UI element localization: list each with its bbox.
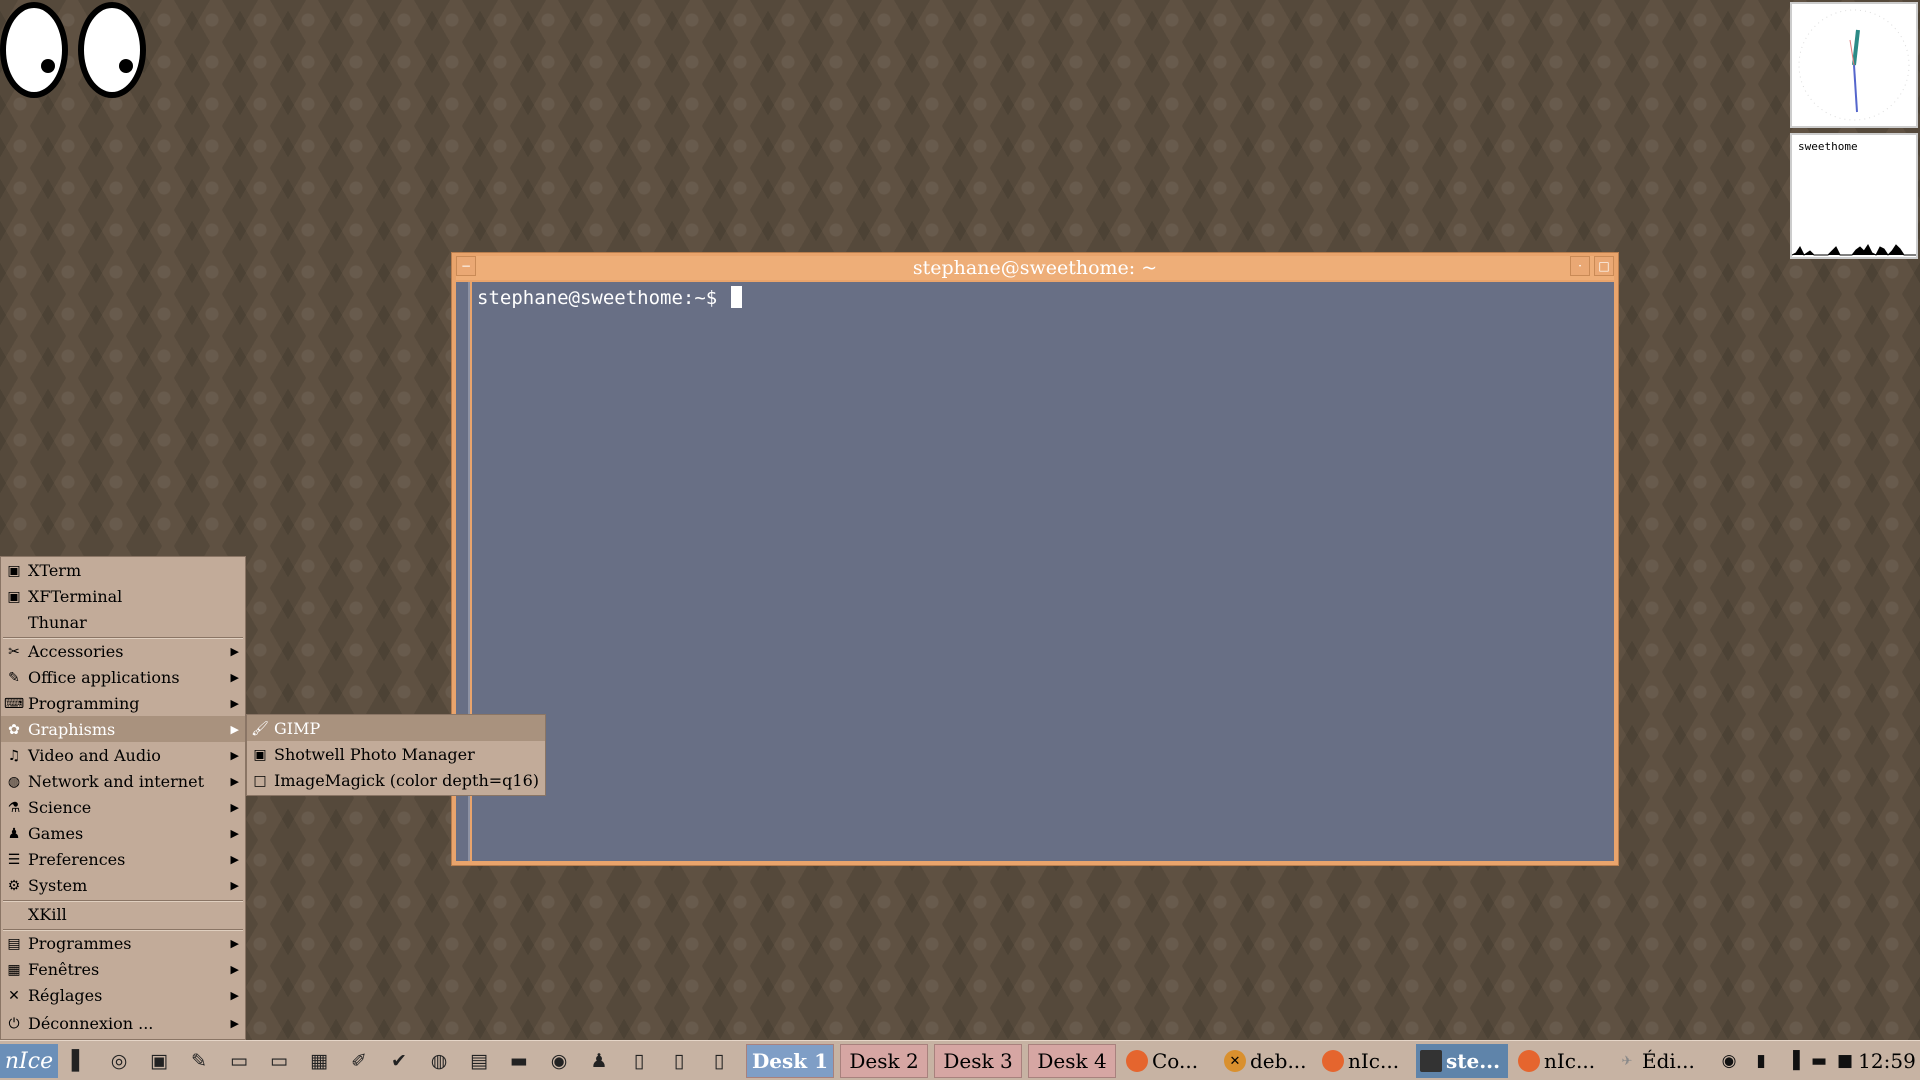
terminal-prompt: stephane@sweethome:~$ — [477, 286, 742, 309]
graphics-icon: ✿ — [8, 721, 20, 738]
editor-icon: ✈ — [1621, 1053, 1633, 1069]
menu-item-accessories[interactable]: ✂ Accessories ▶ — [1, 638, 245, 664]
system-icon: ⚙ — [7, 877, 21, 894]
menu-item-xkill[interactable]: XKill — [1, 901, 245, 927]
minimize-button[interactable]: · — [1570, 256, 1590, 276]
window-title: stephane@sweethome: ~ — [912, 257, 1158, 279]
submenu-item-shotwell[interactable]: ▣ Shotwell Photo Manager — [247, 741, 545, 767]
submenu-item-gimp[interactable]: 🖌 GIMP — [247, 715, 545, 741]
imagemagick-icon: □ — [253, 772, 267, 789]
text-cursor — [730, 286, 742, 308]
analog-clock — [1790, 2, 1918, 128]
desk-4[interactable]: Desk 4 — [1028, 1044, 1116, 1078]
check-icon[interactable]: ✔ — [382, 1044, 416, 1078]
menu-item-xterm[interactable]: ▣ XTerm — [1, 557, 245, 583]
menu-item-graphisms[interactable]: ✿ Graphisms ▶ — [1, 716, 245, 742]
desk-3[interactable]: Desk 3 — [934, 1044, 1022, 1078]
terminal-icon[interactable]: ▭ — [262, 1044, 296, 1078]
load-monitor: sweethome — [1790, 133, 1918, 259]
glasses-icon[interactable]: ◎ — [102, 1044, 136, 1078]
science-icon: ⚗ — [7, 799, 21, 816]
firefox-icon — [1322, 1050, 1344, 1072]
office-icon: ✎ — [8, 669, 20, 686]
task-debian[interactable]: ✕ deb... — [1220, 1044, 1312, 1078]
window-menu-button[interactable]: − — [456, 256, 476, 276]
terminal-titlebar[interactable]: stephane@sweethome: ~ — [456, 256, 1614, 280]
package-icon: ✕ — [1224, 1050, 1246, 1072]
terminal-icon: ▣ — [7, 588, 21, 605]
task-firefox-2[interactable]: nIc... — [1318, 1044, 1410, 1078]
gimp-icon: 🖌 — [251, 720, 269, 737]
programming-icon: ⌨ — [3, 695, 25, 712]
cde-icon[interactable]: ▌ — [62, 1044, 96, 1078]
clipboard-icon[interactable]: ▮ — [1748, 1044, 1774, 1078]
menu-item-science[interactable]: ⚗ Science ▶ — [1, 794, 245, 820]
menu-item-network[interactable]: ◍ Network and internet ▶ — [1, 768, 245, 794]
memory-monitor-icon: ▬ — [1810, 1051, 1828, 1071]
tools-icon[interactable]: ✎ — [182, 1044, 216, 1078]
writer-icon[interactable]: ▯ — [622, 1044, 656, 1078]
start-button[interactable]: nIce — [0, 1044, 58, 1078]
menu-item-programming[interactable]: ⌨ Programming ▶ — [1, 690, 245, 716]
logout-icon: ⏻ — [8, 1015, 20, 1032]
window-icon[interactable]: ▣ — [142, 1044, 176, 1078]
graphisms-submenu[interactable]: 🖌 GIMP ▣ Shotwell Photo Manager □ ImageMagi… — [246, 714, 546, 796]
right-eye — [78, 2, 146, 98]
accessories-icon: ✂ — [8, 643, 20, 660]
network-icon: ◍ — [7, 773, 21, 790]
task-firefox-3[interactable]: nIc... — [1514, 1044, 1606, 1078]
cpu-monitor-icon: ▐ — [1786, 1051, 1800, 1071]
firefox-icon — [1126, 1050, 1148, 1072]
terminal-screen[interactable]: stephane@sweethome:~$ — [472, 282, 1614, 861]
terminal-window[interactable]: stephane@sweethome: ~ − · □ stephane@swe… — [451, 252, 1619, 866]
desk-1[interactable]: Desk 1 — [746, 1044, 834, 1078]
firefox-icon — [1518, 1050, 1540, 1072]
xeyes-widget — [0, 0, 152, 100]
menu-item-xfterminal[interactable]: ▣ XFTerminal — [1, 583, 245, 609]
editor-icon[interactable]: ✐ — [342, 1044, 376, 1078]
printer-icon[interactable]: ▤ — [462, 1044, 496, 1078]
menu-item-office[interactable]: ✎ Office applications ▶ — [1, 664, 245, 690]
maximize-button[interactable]: □ — [1594, 256, 1614, 276]
mixer-icon[interactable]: ◉ — [1716, 1044, 1742, 1078]
impress-icon[interactable]: ▯ — [702, 1044, 736, 1078]
settings-icon: ✕ — [8, 987, 20, 1004]
menu-item-preferences[interactable]: ☰ Preferences ▶ — [1, 846, 245, 872]
network-icon[interactable]: ◍ — [422, 1044, 456, 1078]
terminal-icon — [1420, 1050, 1442, 1072]
terminal-icon[interactable]: ▭ — [222, 1044, 256, 1078]
task-firefox-1[interactable]: Co... — [1122, 1044, 1214, 1078]
menu-item-reglages[interactable]: ✕ Réglages ▶ — [1, 982, 245, 1008]
folder-icon[interactable]: ▬ — [502, 1044, 536, 1078]
taskbar: nIce ▌ ◎ ▣ ✎ ▭ ▭ ▦ ✐ ✔ ◍ ▤ ▬ ◉ ♟ ▯ ▯ ▯ D… — [0, 1040, 1920, 1080]
taskbar-clock[interactable]: 12:59 — [1856, 1044, 1918, 1078]
menu-item-deconnexion[interactable]: ⏻ Déconnexion ... ▶ — [1, 1010, 245, 1036]
network-monitor-icon: ■ — [1836, 1051, 1854, 1071]
desk-2[interactable]: Desk 2 — [840, 1044, 928, 1078]
multimedia-icon: ♫ — [7, 747, 21, 764]
shotwell-icon: ▣ — [253, 746, 267, 763]
calc-icon[interactable]: ▯ — [662, 1044, 696, 1078]
programs-icon: ▤ — [7, 935, 21, 952]
menu-item-video-audio[interactable]: ♫ Video and Audio ▶ — [1, 742, 245, 768]
windows-icon: ▦ — [7, 961, 21, 978]
menu-item-programmes[interactable]: ▤ Programmes ▶ — [1, 930, 245, 956]
preferences-icon: ☰ — [7, 851, 21, 868]
menu-item-thunar[interactable]: Thunar — [1, 609, 245, 635]
submenu-item-imagemagick[interactable]: □ ImageMagick (color depth=q16) — [247, 767, 545, 793]
camera-icon[interactable]: ◉ — [542, 1044, 576, 1078]
left-eye — [0, 2, 68, 98]
task-terminal[interactable]: ste... — [1416, 1044, 1508, 1078]
tux-icon[interactable]: ♟ — [582, 1044, 616, 1078]
menu-item-system[interactable]: ⚙ System ▶ — [1, 872, 245, 898]
menu-item-games[interactable]: ♟ Games ▶ — [1, 820, 245, 846]
calculator-icon[interactable]: ▦ — [302, 1044, 336, 1078]
games-icon: ♟ — [7, 825, 21, 842]
task-editor[interactable]: ✈ Édi... — [1612, 1044, 1704, 1078]
start-menu[interactable]: ▣ XTerm ▣ XFTerminal Thunar ✂ Accessories ▶ … — [0, 556, 246, 1040]
menu-item-fenetres[interactable]: ▦ Fenêtres ▶ — [1, 956, 245, 982]
terminal-icon: ▣ — [7, 562, 21, 579]
